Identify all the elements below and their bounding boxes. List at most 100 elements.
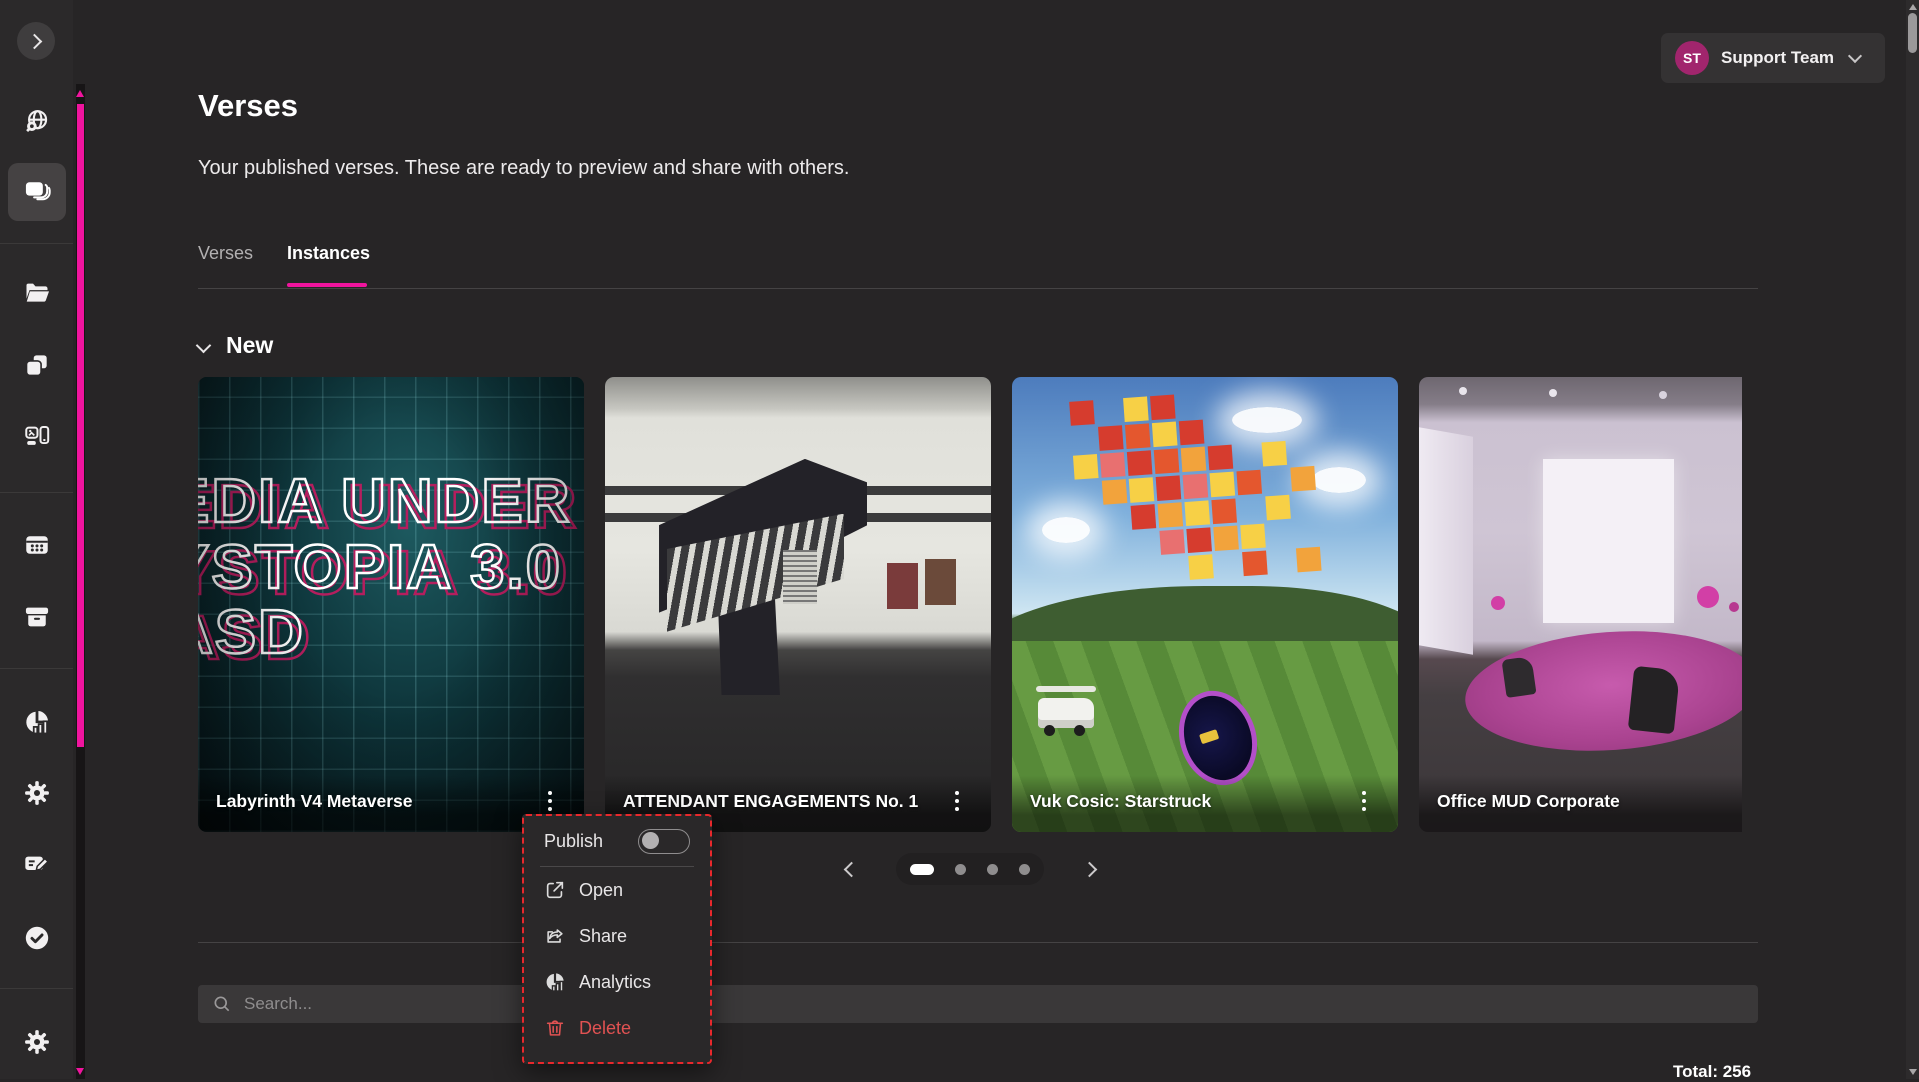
devices-icon	[23, 423, 51, 451]
scroll-down-arrow-icon[interactable]	[1909, 1069, 1917, 1075]
section-title: New	[226, 332, 273, 359]
sidebar-item-archive[interactable]	[0, 593, 73, 641]
page-scrollbar	[1906, 0, 1919, 1079]
sidebar	[0, 0, 73, 1079]
gear-icon	[23, 1028, 51, 1056]
menu-item-label: Delete	[579, 1018, 631, 1039]
menu-item-label: Analytics	[579, 972, 651, 993]
search-icon	[212, 994, 232, 1014]
tabs-divider	[198, 288, 1758, 289]
chevron-down-icon	[196, 338, 212, 354]
scroll-up-arrow-icon[interactable]	[76, 90, 84, 97]
card-title: ATTENDANT ENGAGEMENTS No. 1	[623, 789, 918, 814]
card-titlebar: Office MUD Corporate	[1419, 775, 1742, 832]
check-circle-icon	[23, 924, 51, 952]
page-dot-1-active[interactable]	[910, 864, 934, 875]
carousel-prev-button[interactable]	[836, 854, 866, 884]
sidebar-item-approvals[interactable]	[0, 914, 73, 962]
search-input[interactable]	[242, 993, 1744, 1015]
copy-duplicate-icon	[23, 351, 51, 379]
page-subtitle: Your published verses. These are ready t…	[198, 157, 849, 180]
sidebar-scrollbar-thumb[interactable]	[77, 104, 84, 747]
toggle-knob	[642, 832, 659, 849]
menu-item-share[interactable]: Share	[544, 913, 690, 959]
sidebar-item-settings[interactable]	[0, 769, 73, 817]
sidebar-item-explore[interactable]	[0, 98, 73, 146]
sidebar-item-devices[interactable]	[0, 413, 73, 461]
verses-app-page: { "app": { "accent_color": "#f0149e", "d…	[0, 0, 1919, 1079]
chevron-down-icon	[1848, 49, 1862, 63]
sidebar-item-events[interactable]	[0, 521, 73, 569]
page-title: Verses	[198, 88, 298, 124]
card-thumbnail	[1012, 377, 1398, 832]
instance-card-office-mud[interactable]: Office MUD Corporate	[1419, 377, 1742, 832]
sidebar-item-analytics[interactable]	[0, 698, 73, 746]
publish-toggle[interactable]	[638, 829, 690, 854]
user-name: Support Team	[1721, 48, 1834, 68]
sidebar-scrollbar	[76, 84, 85, 1079]
open-external-icon	[544, 879, 566, 901]
chevron-left-icon	[843, 861, 859, 877]
card-title: Office MUD Corporate	[1437, 789, 1620, 814]
search-bar	[198, 985, 1758, 1023]
tab-instances[interactable]: Instances	[287, 243, 370, 264]
carousel-next-button[interactable]	[1074, 854, 1104, 884]
kebab-menu-icon[interactable]	[548, 799, 552, 803]
pagination-dots	[896, 853, 1044, 885]
pie-analytics-icon	[544, 971, 566, 993]
scroll-up-arrow-icon[interactable]	[1909, 4, 1917, 10]
page-dot-4[interactable]	[1019, 864, 1030, 875]
tab-verses[interactable]: Verses	[198, 243, 253, 264]
page-dot-3[interactable]	[987, 864, 998, 875]
sidebar-item-admin-settings[interactable]	[0, 1018, 73, 1066]
card-edit-icon	[23, 849, 51, 877]
active-tab-underline	[287, 283, 367, 287]
card-thumbnail: EDIA UNDER YSTOPIA 3.0 ASD EDIA UNDER YS…	[198, 377, 584, 832]
card-context-menu: Publish Open Share	[522, 814, 712, 1064]
trash-icon	[544, 1017, 566, 1039]
card-thumbnail	[605, 377, 991, 832]
sidebar-divider	[0, 668, 73, 669]
section-header-new[interactable]: New	[198, 332, 273, 359]
menu-item-label: Open	[579, 880, 623, 901]
carousel-pagination	[198, 853, 1742, 885]
user-menu[interactable]: ST Support Team	[1661, 33, 1885, 83]
kebab-menu-icon[interactable]	[1362, 799, 1366, 803]
layers-cards-icon	[23, 177, 51, 205]
card-title: Vuk Cosic: Starstruck	[1030, 789, 1211, 814]
cards-carousel: EDIA UNDER YSTOPIA 3.0 ASD EDIA UNDER YS…	[198, 377, 1742, 832]
chevron-right-icon	[1081, 861, 1097, 877]
sidebar-divider	[0, 243, 73, 244]
instance-card-starstruck[interactable]: Vuk Cosic: Starstruck	[1012, 377, 1398, 832]
search-divider	[198, 942, 1758, 943]
menu-item-delete[interactable]: Delete	[544, 1005, 690, 1051]
instance-card-attendant[interactable]: ATTENDANT ENGAGEMENTS No. 1	[605, 377, 991, 832]
menu-item-publish: Publish	[544, 816, 690, 866]
page-dot-2[interactable]	[955, 864, 966, 875]
sidebar-collapse-button[interactable]	[17, 22, 55, 60]
card-titlebar: Vuk Cosic: Starstruck	[1012, 775, 1398, 832]
chevron-right-icon	[27, 33, 43, 49]
page-scrollbar-thumb[interactable]	[1908, 13, 1917, 53]
sidebar-item-templates[interactable]	[0, 341, 73, 389]
sidebar-item-registration[interactable]	[0, 839, 73, 887]
menu-item-analytics[interactable]: Analytics	[544, 959, 690, 1005]
pie-analytics-icon	[23, 708, 51, 736]
avatar: ST	[1675, 41, 1709, 75]
scroll-down-arrow-icon[interactable]	[76, 1068, 84, 1075]
publish-label: Publish	[544, 831, 603, 852]
share-icon	[544, 925, 566, 947]
sidebar-item-files[interactable]	[0, 269, 73, 317]
folder-open-icon	[23, 279, 51, 307]
cards-row: EDIA UNDER YSTOPIA 3.0 ASD EDIA UNDER YS…	[198, 377, 1742, 832]
gear-icon	[23, 779, 51, 807]
kebab-menu-icon[interactable]	[955, 799, 959, 803]
calendar-dots-icon	[23, 531, 51, 559]
instance-card-labyrinth[interactable]: EDIA UNDER YSTOPIA 3.0 ASD EDIA UNDER YS…	[198, 377, 584, 832]
menu-item-open[interactable]: Open	[544, 867, 690, 913]
menu-item-label: Share	[579, 926, 627, 947]
sidebar-item-verses[interactable]	[0, 167, 73, 215]
globe-search-icon	[23, 108, 51, 136]
card-title: Labyrinth V4 Metaverse	[216, 789, 412, 814]
archive-box-icon	[23, 603, 51, 631]
